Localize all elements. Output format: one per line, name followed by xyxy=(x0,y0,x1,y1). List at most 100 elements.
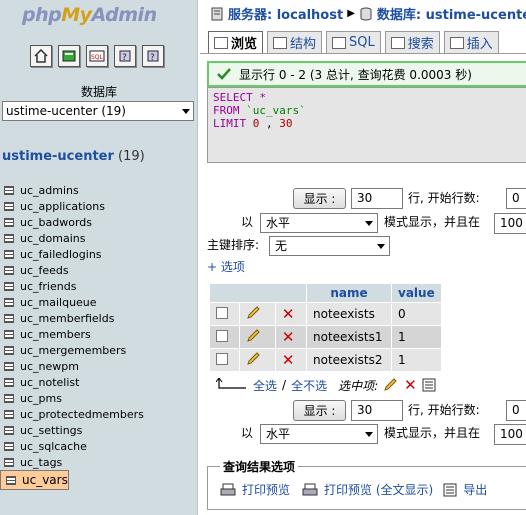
help-icon[interactable]: ? xyxy=(142,45,164,67)
edit-selected-icon[interactable] xyxy=(383,378,399,392)
svg-text:?: ? xyxy=(150,53,155,63)
sidebar-table-item[interactable]: uc_sqlcache xyxy=(0,438,197,454)
print-full-link[interactable]: 打印预览 (全文显示) xyxy=(324,481,433,498)
tab-structure[interactable]: 结构 xyxy=(267,31,323,53)
repeat-headers-input-bottom[interactable]: 100 xyxy=(494,424,526,445)
edit-icon[interactable] xyxy=(246,305,262,320)
export-selected-icon[interactable] xyxy=(422,378,436,392)
rows-input[interactable]: 30 xyxy=(351,188,403,209)
start-row-input-bottom[interactable]: 0 xyxy=(506,400,526,421)
sort-select[interactable]: 无 xyxy=(269,236,390,256)
table-icon[interactable] xyxy=(4,409,14,419)
table-icon[interactable] xyxy=(4,329,14,339)
checkmark-icon xyxy=(217,68,231,80)
table-icon[interactable] xyxy=(4,185,14,195)
results-legend: 查询结果选项 xyxy=(220,458,299,475)
database-icon xyxy=(360,7,372,20)
breadcrumb-database[interactable]: 数据库: ustime-ucenter xyxy=(377,4,526,23)
sidebar-table-label: uc_notelist xyxy=(20,375,80,389)
success-message: 显示行 0 - 2 (3 总计, 查询花费 0.0003 秒) xyxy=(207,61,526,87)
table-icon[interactable] xyxy=(4,297,14,307)
table-icon[interactable] xyxy=(4,201,14,211)
delete-icon[interactable]: ✕ xyxy=(282,351,295,369)
sidebar-table-item[interactable]: uc_tags xyxy=(0,454,197,470)
sidebar-table-label: uc_badwords xyxy=(20,215,92,229)
tab-browse[interactable]: 浏览 xyxy=(208,31,264,53)
sidebar-table-item[interactable]: uc_friends xyxy=(0,278,197,294)
sidebar-table-item[interactable]: uc_applications xyxy=(0,198,197,214)
table-header-row: name value xyxy=(210,284,441,302)
delete-icon[interactable]: ✕ xyxy=(282,328,295,346)
quick-icons: SQL ? ? xyxy=(30,45,164,67)
repeat-headers-input[interactable]: 100 xyxy=(494,213,526,234)
options-link[interactable]: + 选项 xyxy=(207,258,245,275)
mode-select-bottom[interactable]: 水平 xyxy=(260,424,378,444)
query-window-icon[interactable] xyxy=(58,45,80,67)
table-icon[interactable] xyxy=(4,361,14,371)
sidebar-table-item[interactable]: uc_vars xyxy=(0,470,69,490)
row-checkbox[interactable] xyxy=(216,306,228,319)
tab-sql[interactable]: SQL xyxy=(326,31,381,53)
check-all-link[interactable]: 全选 xyxy=(253,377,277,394)
table-icon[interactable] xyxy=(4,249,14,259)
sidebar-table-item[interactable]: uc_members xyxy=(0,326,197,342)
row-checkbox[interactable] xyxy=(216,352,228,365)
sidebar-table-item[interactable]: uc_admins xyxy=(0,182,197,198)
sidebar-table-item[interactable]: uc_mailqueue xyxy=(0,294,197,310)
column-header-name[interactable]: name xyxy=(307,284,391,302)
table-icon[interactable] xyxy=(4,345,14,355)
sidebar-table-item[interactable]: uc_protectedmembers xyxy=(0,406,197,422)
start-row-label: 行, 开始行数: xyxy=(408,191,480,205)
table-icon[interactable] xyxy=(4,233,14,243)
table-icon[interactable] xyxy=(4,425,14,435)
table-icon[interactable] xyxy=(6,475,16,485)
sidebar-table-item[interactable]: uc_mergemembers xyxy=(0,342,197,358)
database-select[interactable]: ustime-ucenter (19) xyxy=(2,101,194,121)
column-header-value[interactable]: value xyxy=(392,284,441,302)
sidebar-table-item[interactable]: uc_badwords xyxy=(0,214,197,230)
sidebar-table-item[interactable]: uc_feeds xyxy=(0,262,197,278)
sql-icon[interactable]: SQL xyxy=(86,45,108,67)
tab-search[interactable]: 搜索 xyxy=(384,31,440,53)
edit-icon[interactable] xyxy=(246,328,262,343)
start-row-input[interactable]: 0 xyxy=(506,188,526,209)
edit-icon[interactable] xyxy=(246,351,262,366)
database-title[interactable]: ustime-ucenter (19) xyxy=(2,149,145,164)
uncheck-all-link[interactable]: 全不选 xyxy=(291,377,327,394)
delete-icon[interactable]: ✕ xyxy=(282,305,295,323)
cell-name: noteexists1 xyxy=(307,326,391,348)
print-view-link[interactable]: 打印预览 xyxy=(242,481,290,498)
show-button[interactable]: 显示 : xyxy=(293,188,346,209)
table-icon[interactable] xyxy=(4,313,14,323)
breadcrumb-server[interactable]: 服务器: localhost xyxy=(228,4,343,23)
home-icon[interactable] xyxy=(30,45,52,67)
sidebar-table-item[interactable]: uc_pms xyxy=(0,390,197,406)
rows-input-bottom[interactable]: 30 xyxy=(351,400,403,421)
mode-label: 模式显示，并且在 xyxy=(384,215,481,229)
tab-insert[interactable]: 插入 xyxy=(443,31,499,53)
table-icon[interactable] xyxy=(4,441,14,451)
sidebar-table-item[interactable]: uc_domains xyxy=(0,230,197,246)
show-button-bottom[interactable]: 显示 : xyxy=(293,400,346,421)
export-link[interactable]: 导出 xyxy=(463,481,487,498)
row-checkbox-cell xyxy=(210,326,240,348)
sidebar-table-item[interactable]: uc_newpm xyxy=(0,358,197,374)
table-icon[interactable] xyxy=(4,457,14,467)
sidebar-table-label: uc_pms xyxy=(20,391,62,405)
svg-text:SQL: SQL xyxy=(91,54,104,61)
table-icon[interactable] xyxy=(4,281,14,291)
row-checkbox[interactable] xyxy=(216,329,228,342)
sidebar-table-item[interactable]: uc_settings xyxy=(0,422,197,438)
phpmyadmin-logo[interactable]: phpMyAdmin xyxy=(22,4,157,26)
table-icon[interactable] xyxy=(4,393,14,403)
sidebar-table-item[interactable]: uc_memberfields xyxy=(0,310,197,326)
docs-icon[interactable]: ? xyxy=(114,45,136,67)
sidebar-table-item[interactable]: uc_notelist xyxy=(0,374,197,390)
mode-select[interactable]: 水平 xyxy=(260,213,378,233)
delete-selected-icon[interactable]: ✕ xyxy=(404,376,417,394)
sidebar-table-label: uc_newpm xyxy=(20,359,79,373)
table-icon[interactable] xyxy=(4,265,14,275)
table-icon[interactable] xyxy=(4,217,14,227)
sidebar-table-item[interactable]: uc_failedlogins xyxy=(0,246,197,262)
table-icon[interactable] xyxy=(4,377,14,387)
